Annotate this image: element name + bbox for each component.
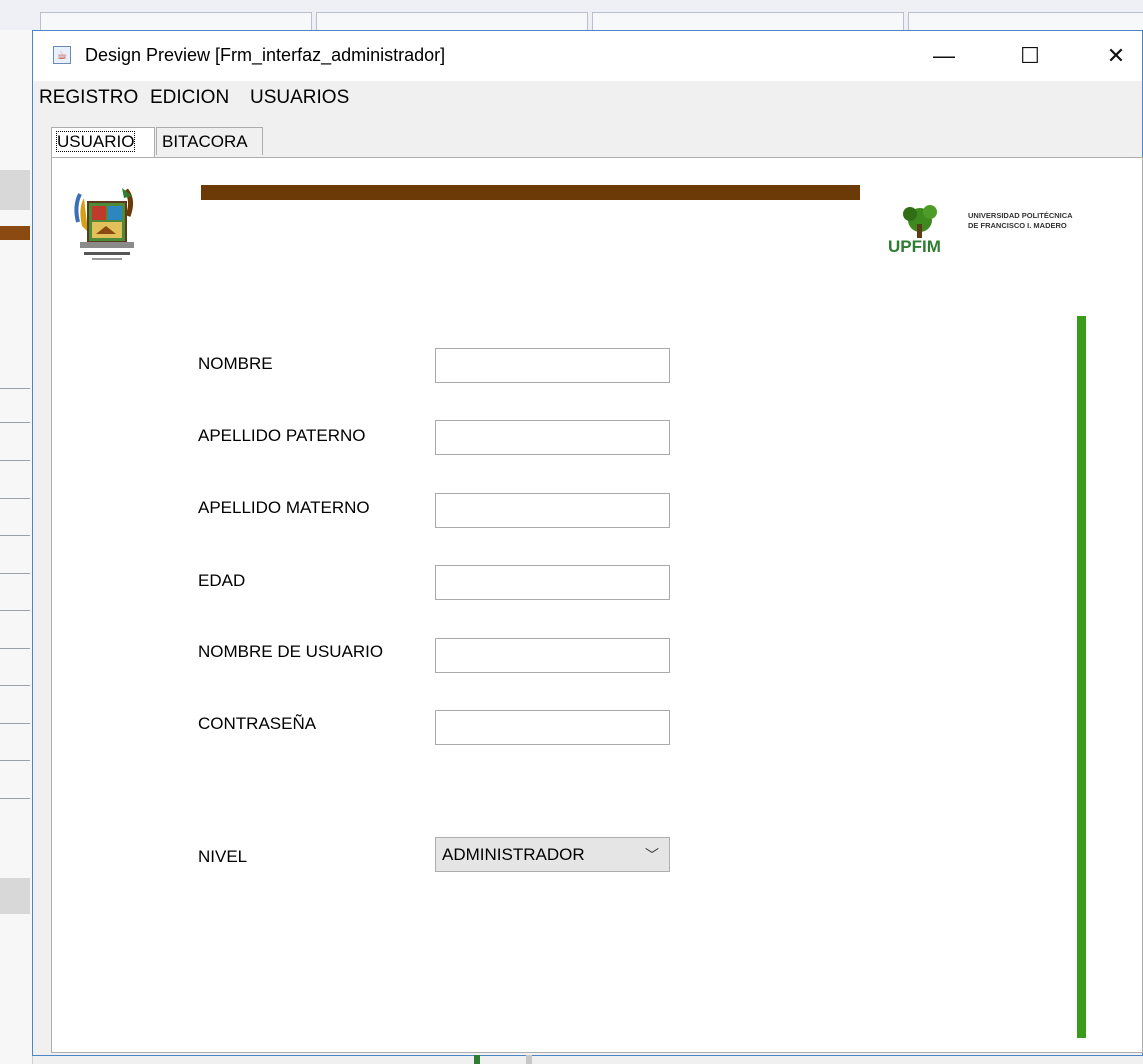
usuario-panel: UPFIM UNIVERSIDAD POLITÉCNICA DE FRANCIS… (51, 157, 1143, 1053)
nivel-selected-value: ADMINISTRADOR (442, 845, 585, 864)
title-bar[interactable]: ☕ Design Preview [Frm_interfaz_administr… (33, 31, 1142, 81)
label-nivel: NIVEL (198, 847, 248, 866)
edad-input[interactable] (435, 565, 670, 600)
ide-bottom-fragment (470, 1055, 532, 1064)
ide-left-panel (0, 30, 33, 1064)
apellido-materno-input[interactable] (435, 493, 670, 528)
green-vertical-bar (1077, 316, 1086, 1038)
minimize-button[interactable]: — (921, 39, 967, 73)
label-edad: EDAD (198, 571, 246, 590)
chevron-down-icon: ﹀ (645, 847, 659, 863)
ide-editor-tab[interactable] (908, 12, 1143, 31)
maximize-button[interactable]: ☐ (1007, 39, 1053, 73)
label-apellido-paterno: APELLIDO PATERNO (198, 426, 366, 445)
upfim-logo: UPFIM UNIVERSIDAD POLITÉCNICA DE FRANCIS… (888, 205, 1073, 256)
ide-editor-tab[interactable] (316, 12, 588, 31)
label-nombre-de-usuario: NOMBRE DE USUARIO (198, 642, 384, 661)
label-contrasena: CONTRASEÑA (198, 714, 317, 733)
nombre-de-usuario-input[interactable] (435, 638, 670, 673)
apellido-paterno-input[interactable] (435, 420, 670, 455)
nivel-select[interactable]: ADMINISTRADOR ﹀ (435, 837, 670, 872)
menu-registro[interactable]: REGISTRO (39, 87, 138, 109)
tab-bitacora[interactable]: BITACORA (156, 127, 263, 155)
tab-usuario[interactable]: USUARIO (51, 127, 155, 158)
java-app-icon: ☕ (53, 46, 71, 64)
design-preview-window: ☕ Design Preview [Frm_interfaz_administr… (32, 30, 1143, 1056)
state-emblem-logo (74, 188, 134, 260)
upfim-logo-line1: UNIVERSIDAD POLITÉCNICA (968, 211, 1073, 220)
label-apellido-materno: APELLIDO MATERNO (198, 498, 370, 517)
ide-editor-tab[interactable] (40, 12, 312, 31)
label-nombre: NOMBRE (198, 354, 273, 373)
brown-header-bar (201, 185, 860, 200)
nombre-input[interactable] (435, 348, 670, 383)
menu-usuarios[interactable]: USUARIOS (250, 87, 349, 109)
upfim-logo-line2: DE FRANCISCO I. MADERO (968, 221, 1067, 230)
ide-editor-tab[interactable] (592, 12, 904, 31)
contrasena-input[interactable] (435, 710, 670, 745)
close-button[interactable]: ✕ (1093, 39, 1139, 73)
upfim-logo-mark: UPFIM (888, 237, 941, 256)
menu-edicion[interactable]: EDICION (150, 87, 229, 109)
ide-editor-tabbar (0, 0, 1143, 31)
window-title: Design Preview [Frm_interfaz_administrad… (85, 45, 446, 65)
